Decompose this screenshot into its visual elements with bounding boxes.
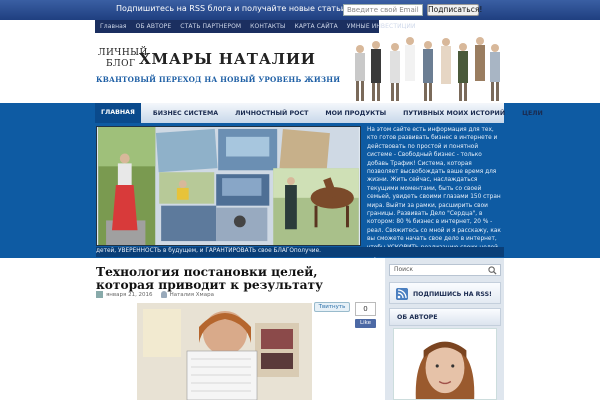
main-nav-goals[interactable]: ЦЕЛИ [522,110,543,117]
site-tagline: КВАНТОВЫЙ ПЕРЕХОД НА НОВЫЙ УРОВЕНЬ ЖИЗНИ [96,75,341,84]
logo-title[interactable]: ХМАРЫ НАТАЛИИ [139,50,316,68]
featured-band: На этом сайте есть информация для тех, к… [0,123,600,276]
email-input[interactable]: Введите свой Email [343,4,423,16]
featured-strip-text: детей, УВЕРЕННОСТЬ в будущем, и ГАРАНТИР… [96,248,321,254]
tweet-button[interactable]: Твитнуть [314,302,350,312]
site-header: ЛИЧНЫЙ БЛОГ ХМАРЫ НАТАЛИИ КВАНТОВЫЙ ПЕРЕ… [0,33,600,103]
about-author-heading: ОБ АВТОРЕ [389,308,501,326]
search-icon[interactable] [488,266,497,275]
calendar-icon [96,291,103,298]
content-area: Технология постановки целей, которая при… [0,258,600,400]
search-input[interactable]: Поиск [389,264,501,276]
photo-collage-image[interactable] [96,126,361,246]
post-title[interactable]: Технология постановки целей, которая при… [96,266,356,292]
main-nav-bar: ГЛАВНАЯ БИЗНЕС СИСТЕМА ЛИЧНОСТНЫЙ РОСТ М… [0,103,600,123]
main-nav-stories[interactable]: ПУТИВНЫХ МОИХ ИСТОРИЙ [403,110,505,117]
top-nav-partner[interactable]: СТАТЬ ПАРТНЕРОМ [180,23,241,30]
facebook-like-button[interactable]: Like [355,319,376,328]
featured-strip: детей, УВЕРЕННОСТЬ в будущем, и ГАРАНТИР… [96,247,504,257]
author-photo-image [393,328,497,400]
top-nav-home[interactable]: Главная [100,23,127,30]
top-nav: Главная ОБ АВТОРЕ СТАТЬ ПАРТНЕРОМ КОНТАК… [95,20,416,33]
top-nav-investments[interactable]: УМНЫЕ ИНВЕСТИЦИИ [347,23,416,30]
main-nav-business[interactable]: БИЗНЕС СИСТЕМА [153,110,218,117]
top-nav-about[interactable]: ОБ АВТОРЕ [136,23,172,30]
user-icon [160,291,167,298]
post-meta: января 21, 2016 Наталия Хмара [96,291,214,298]
top-nav-contacts[interactable]: КОНТАКТЫ [250,23,285,30]
rss-widget-label: ПОДПИШИСЬ НА RSS! [413,291,492,298]
post-author[interactable]: Наталия Хмара [170,292,214,298]
main-nav-home[interactable]: ГЛАВНАЯ [95,103,141,123]
subscribe-button[interactable]: Подписаться! [427,4,482,16]
main-nav-products[interactable]: МОИ ПРОДУКТЫ [325,110,386,117]
people-group-image [350,33,504,103]
like-count: 0 [355,302,376,316]
rss-subscribe-bar: Подпишитесь на RSS блога и получайте нов… [0,0,600,20]
main-nav: ГЛАВНАЯ БИЗНЕС СИСТЕМА ЛИЧНОСТНЫЙ РОСТ М… [95,103,543,123]
main-nav-growth[interactable]: ЛИЧНОСТНЫЙ РОСТ [235,110,308,117]
rss-icon [396,288,408,300]
about-author-label: ОБ АВТОРЕ [397,314,438,321]
post-photo-image [137,303,312,400]
sidebar: Поиск ПОДПИШИСЬ НА RSS! ОБ АВТОРЕ [385,258,504,400]
search-placeholder: Поиск [394,266,414,273]
top-nav-sitemap[interactable]: КАРТА САЙТА [294,23,337,30]
rss-widget[interactable]: ПОДПИШИСЬ НА RSS! [389,282,501,304]
post-date: января 21, 2016 [106,291,153,298]
